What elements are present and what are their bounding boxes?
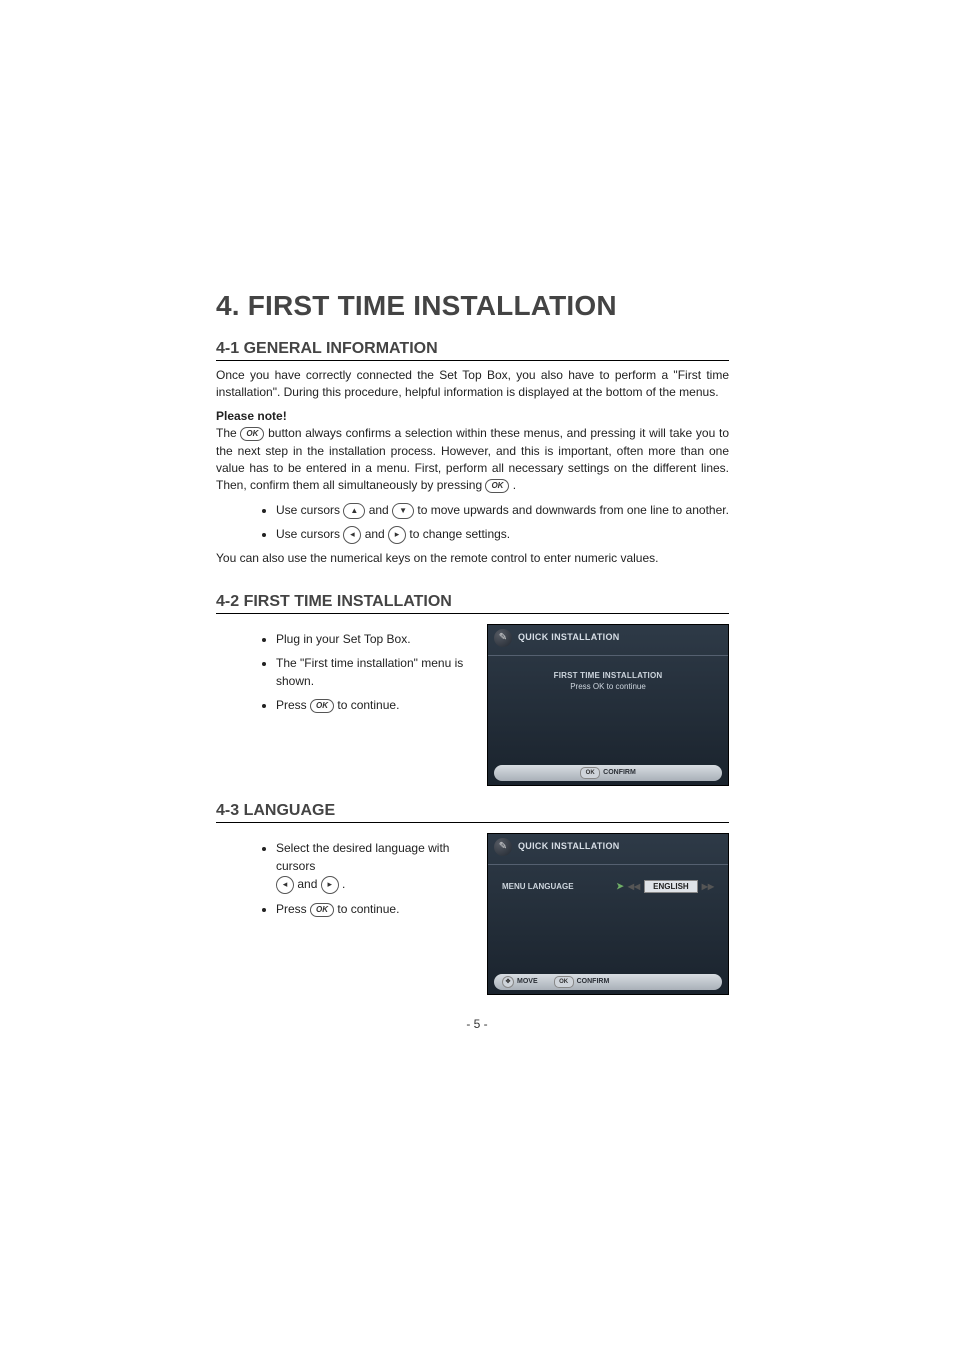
list-item: Select the desired language with cursors…: [276, 839, 471, 894]
page-number: - 5 -: [0, 1017, 954, 1031]
osd-title: QUICK INSTALLATION: [518, 632, 620, 642]
section-4-2-steps: Plug in your Set Top Box. The "First tim…: [276, 630, 471, 714]
text: MOVE: [517, 978, 538, 985]
text: button always confirms a selection withi…: [216, 426, 729, 492]
section-4-2-heading: 4-2 FIRST TIME INSTALLATION: [216, 593, 729, 614]
text: and: [365, 527, 388, 541]
selector-marker-icon: ➤: [616, 881, 624, 892]
osd-message-line1: FIRST TIME INSTALLATION: [488, 671, 728, 680]
menu-language-value: ➤ ◀◀ ENGLISH ▶▶: [616, 880, 714, 893]
ok-button-icon: OK: [310, 903, 334, 917]
right-scroll-icon: ▶▶: [702, 882, 714, 891]
ok-button-icon: OK: [240, 427, 264, 441]
ok-button-icon: OK: [310, 699, 334, 713]
text: CONFIRM: [603, 769, 636, 776]
cursor-instructions-list: Use cursors ▲ and ▼ to move upwards and …: [276, 501, 729, 544]
text: Press: [276, 902, 310, 916]
osd-confirm-hint: OK CONFIRM: [554, 976, 610, 988]
list-item: The "First time installation" menu is sh…: [276, 654, 471, 690]
section-4-1-intro: Once you have correctly connected the Se…: [216, 367, 729, 402]
language-value-text: ENGLISH: [644, 880, 698, 893]
section-4-3-steps: Select the desired language with cursors…: [276, 839, 471, 918]
osd-move-hint: ✥ MOVE: [502, 976, 538, 988]
text: CONFIRM: [577, 978, 610, 985]
osd-message-line2: Press OK to continue: [488, 682, 728, 691]
osd-language-screenshot: ✎ QUICK INSTALLATION MENU LANGUAGE ➤ ◀◀ …: [487, 833, 729, 995]
text: .: [513, 478, 516, 492]
page-title: 4. FIRST TIME INSTALLATION: [216, 290, 729, 322]
please-note-label: Please note!: [216, 408, 729, 425]
osd-first-time-install-screenshot: ✎ QUICK INSTALLATION FIRST TIME INSTALLA…: [487, 624, 729, 786]
text: to change settings.: [409, 527, 510, 541]
left-arrow-icon: ◂: [276, 876, 294, 894]
down-arrow-icon: ▼: [392, 503, 414, 519]
text: to continue.: [337, 902, 399, 916]
wizard-icon: ✎: [494, 629, 512, 647]
osd-title: QUICK INSTALLATION: [518, 841, 620, 851]
left-arrow-icon: ◂: [343, 526, 361, 544]
wizard-icon: ✎: [494, 838, 512, 856]
section-4-1-note-body: The OK button always confirms a selectio…: [216, 425, 729, 495]
text: Use cursors: [276, 503, 343, 517]
list-item: Press OK to continue.: [276, 900, 471, 918]
menu-language-label: MENU LANGUAGE: [502, 882, 574, 891]
text: Use cursors: [276, 527, 343, 541]
right-arrow-icon: ▸: [388, 526, 406, 544]
list-item: Press OK to continue.: [276, 696, 471, 714]
right-arrow-icon: ▸: [321, 876, 339, 894]
list-item: Plug in your Set Top Box.: [276, 630, 471, 648]
numeric-keys-note: You can also use the numerical keys on t…: [216, 550, 729, 567]
text: .: [342, 877, 345, 891]
text: to continue.: [337, 698, 399, 712]
section-4-3-heading: 4-3 LANGUAGE: [216, 802, 729, 823]
text: and: [369, 503, 392, 517]
up-arrow-icon: ▲: [343, 503, 365, 519]
list-item: Use cursors ◂ and ▸ to change settings.: [276, 525, 729, 544]
left-scroll-icon: ◀◀: [628, 882, 640, 891]
ok-pill-icon: OK: [554, 976, 574, 988]
text: to move upwards and downwards from one l…: [417, 503, 729, 517]
ok-button-icon: OK: [485, 479, 509, 493]
dpad-icon: ✥: [502, 976, 514, 988]
osd-confirm-hint: OK CONFIRM: [580, 767, 636, 779]
list-item: Use cursors ▲ and ▼ to move upwards and …: [276, 501, 729, 519]
text: Press: [276, 698, 310, 712]
manual-page: 4. FIRST TIME INSTALLATION 4-1 GENERAL I…: [0, 0, 954, 1351]
ok-pill-icon: OK: [580, 767, 600, 779]
text: The: [216, 426, 240, 440]
text: Select the desired language with cursors: [276, 841, 449, 873]
section-4-1-heading: 4-1 GENERAL INFORMATION: [216, 340, 729, 361]
text: and: [297, 877, 320, 891]
